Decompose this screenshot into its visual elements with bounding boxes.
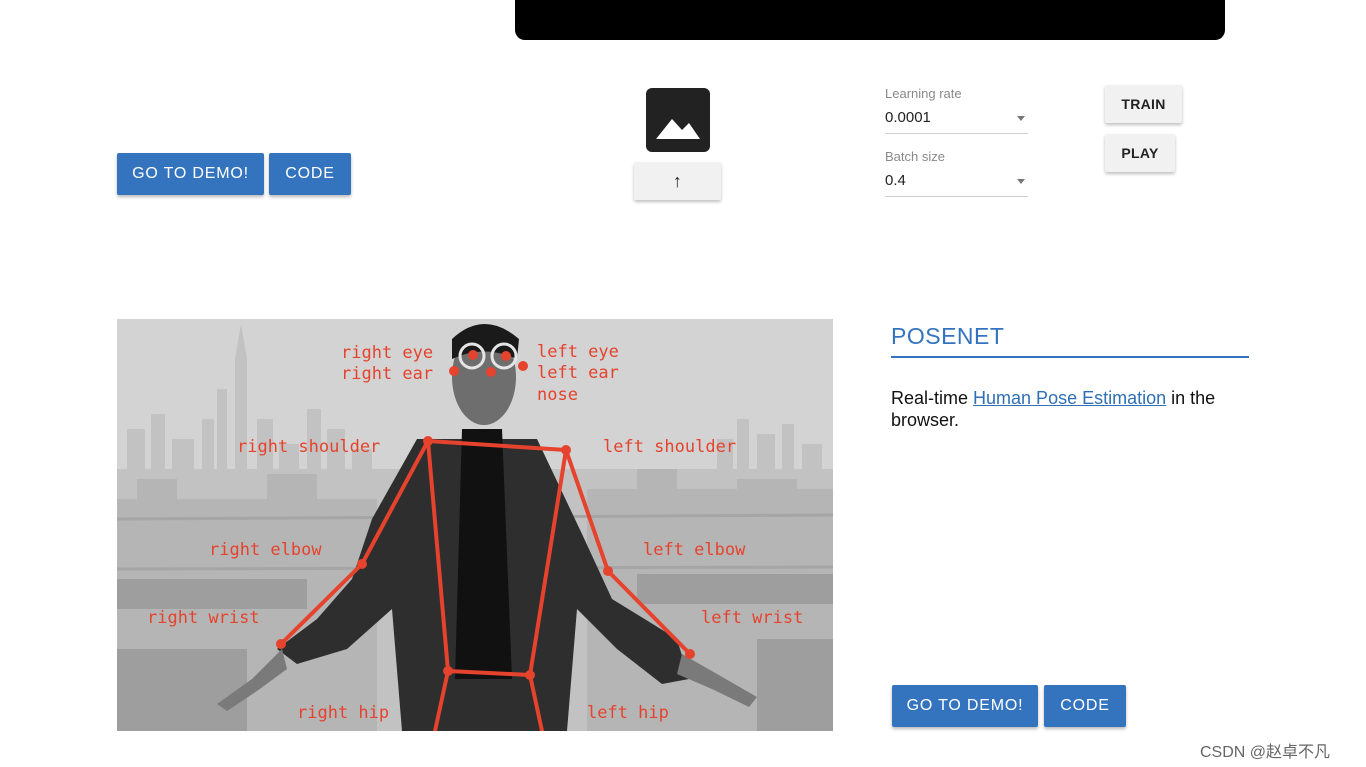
label-right-eye: right eye — [341, 343, 433, 363]
posenet-example-image: right eye right ear left eye left ear no… — [117, 319, 833, 731]
label-right-ear: right ear — [341, 364, 433, 384]
train-button[interactable]: TRAIN — [1105, 85, 1182, 123]
batch-size-value: 0.4 — [885, 172, 906, 189]
label-left-hip: left hip — [587, 703, 669, 723]
learning-rate-value: 0.0001 — [885, 109, 931, 126]
label-left-eye: left eye — [537, 342, 619, 362]
human-pose-estimation-link[interactable]: Human Pose Estimation — [973, 388, 1166, 408]
label-right-wrist: right wrist — [147, 608, 260, 628]
label-nose: nose — [537, 385, 578, 405]
label-right-shoulder: right shoulder — [237, 437, 380, 457]
go-to-demo-button[interactable]: GO TO DEMO! — [117, 153, 264, 195]
batch-size-select[interactable]: Batch size 0.4 — [885, 149, 1028, 197]
batch-size-label: Batch size — [885, 149, 945, 164]
label-right-hip: right hip — [297, 703, 389, 723]
learning-rate-label: Learning rate — [885, 86, 962, 101]
code-button[interactable]: CODE — [269, 153, 351, 195]
dropdown-arrow-icon[interactable] — [1017, 116, 1025, 121]
posenet-go-to-demo-button[interactable]: GO TO DEMO! — [892, 685, 1038, 727]
label-right-elbow: right elbow — [209, 540, 322, 560]
image-icon[interactable] — [646, 88, 710, 152]
label-left-shoulder: left shoulder — [603, 437, 736, 457]
label-left-elbow: left elbow — [643, 540, 746, 560]
video-preview-panel — [515, 0, 1225, 40]
dropdown-arrow-icon[interactable] — [1017, 179, 1025, 184]
posenet-code-button[interactable]: CODE — [1044, 685, 1126, 727]
section-title: POSENET — [891, 323, 1249, 358]
watermark: CSDN @赵卓不凡 — [1200, 744, 1331, 761]
section-description: Real-time Human Pose Estimation in the b… — [891, 387, 1251, 431]
label-left-wrist: left wrist — [701, 608, 803, 628]
play-button[interactable]: PLAY — [1105, 134, 1175, 172]
label-left-ear: left ear — [537, 363, 619, 383]
upload-button[interactable]: ↑ — [634, 162, 721, 200]
learning-rate-select[interactable]: Learning rate 0.0001 — [885, 86, 1028, 134]
desc-prefix: Real-time — [891, 388, 974, 408]
